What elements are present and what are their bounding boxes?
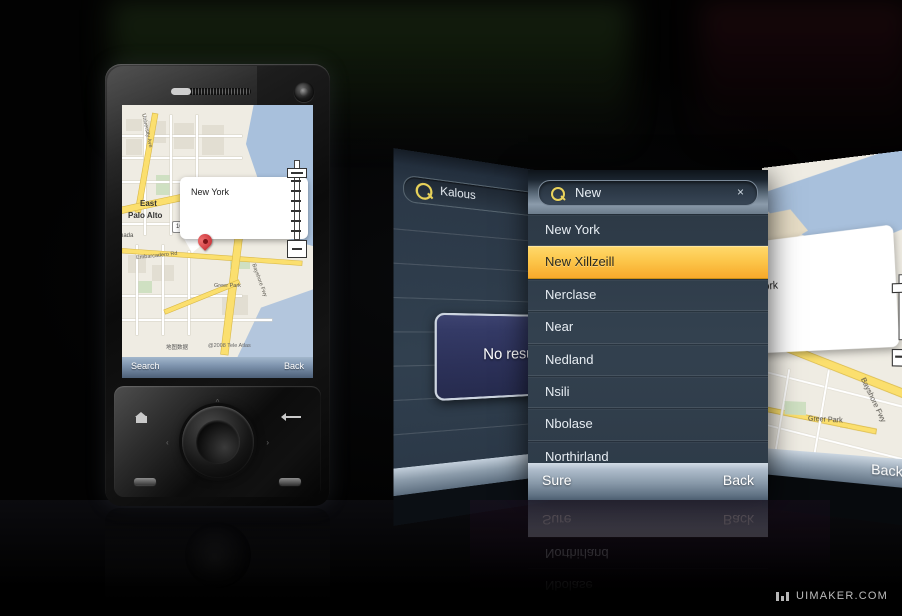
map-label-cjk: 地图数据 [166,345,189,351]
map-label-nada: nada [122,233,134,239]
map-label-east: East [140,199,157,208]
dpad-trackball[interactable] [181,405,254,478]
right-map-panel[interactable]: Greer Park 2008 Tele Atlas Bayshore Fwy … [762,149,902,527]
map-label-copyright: @2008 Tele Atlas [208,343,251,349]
list-item[interactable]: New York [528,214,768,247]
map-label-greer-park: Greer Park [807,415,843,425]
list-item[interactable]: Nedland [528,343,768,376]
list-item[interactable]: Near [528,311,768,344]
search-bar-container: New × [528,170,768,214]
reflection-back-label: Back [722,512,754,528]
back-arrow-icon[interactable] [281,412,301,422]
camera-lens-icon [294,82,314,102]
close-icon[interactable]: × [733,185,748,200]
scene-backdrop: Kalous No results Greer Park 2008 Tele [0,0,902,616]
callout-label: New York [191,187,230,197]
reflection-sure-label: Sure [542,512,572,528]
map-label-palo-alto: Palo Alto [128,211,163,220]
list-item[interactable]: New Xillzeill [528,246,768,279]
softkey-right[interactable] [279,478,301,485]
home-icon[interactable] [135,412,148,423]
phone-device: East Palo Alto nada University Ave Embar… [105,64,330,506]
phone-back-button[interactable]: Back [284,361,304,371]
earpiece-cap [171,88,191,95]
dpad-left-hint[interactable]: ‹ [166,438,169,447]
phone-screen[interactable]: East Palo Alto nada University Ave Embar… [122,105,313,378]
right-map-callout: York [762,224,900,354]
search-icon [415,181,433,201]
zoom-slider-thumb[interactable] [287,168,307,178]
map-label-greer-park: Greer Park [214,283,241,289]
phone-bottom-bar[interactable]: Search Back [122,357,313,378]
list-item[interactable]: Nerclase [528,278,768,312]
map-label-bayshore: Bayshore Fwy [250,263,268,298]
phone-search-button[interactable]: Search [131,361,160,371]
search-results-panel[interactable]: New × New York New Xillzeill Nerclase Near N… [528,170,768,500]
list-item[interactable]: Nsili [528,375,768,409]
reflection-list-item: Nbolase [528,568,768,599]
phone-reflection [105,508,330,614]
watermark: UIMAKER.COM [775,590,888,602]
dpad-right-hint[interactable]: › [266,438,269,447]
mid-search-value: Kalous [440,185,476,203]
map-park-area [784,401,807,416]
zoom-out-button[interactable] [287,240,307,258]
search-input-value: New [575,185,602,200]
map-pin-icon[interactable] [198,234,212,254]
sure-button[interactable]: Sure [542,472,572,488]
bars-logo-icon [775,591,789,601]
back-button[interactable]: Back [723,472,754,488]
phone-map-canvas[interactable]: East Palo Alto nada University Ave Embar… [122,105,313,378]
list-panel-reflection: NedlandNsiliNbolaseNorthirland Sure Back [528,500,768,600]
softkey-left[interactable] [134,478,156,485]
list-item[interactable]: Nbolase [528,408,768,441]
map-zoom-control[interactable] [891,274,902,380]
mid-perspective-panel[interactable]: Kalous No results [393,148,548,526]
map-zoom-slider[interactable] [287,150,307,258]
reflection-list-item: Northirland [528,537,768,568]
phone-control-area: ^ v ‹ › [114,386,321,497]
result-list[interactable]: New York New Xillzeill Nerclase Near Nedland… [528,214,768,474]
right-back-button[interactable]: Back [871,461,902,480]
list-bottom-bar: Sure Back [528,463,768,500]
search-icon [551,187,565,201]
search-input[interactable]: New × [538,180,758,206]
watermark-text: UIMAKER.COM [795,590,888,602]
